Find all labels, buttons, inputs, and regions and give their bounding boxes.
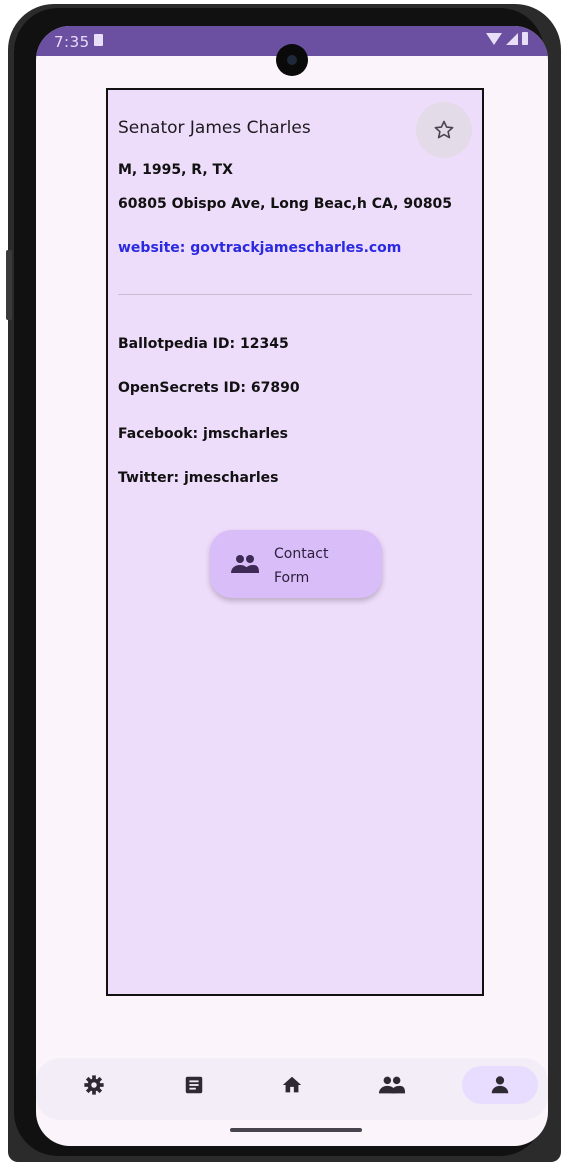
status-icons [486,32,528,45]
nav-representatives[interactable] [354,1066,430,1104]
opensecrets-id: OpenSecrets ID: 67890 [118,380,300,396]
star-outline-icon [434,120,454,139]
person-icon [491,1076,509,1094]
nav-settings[interactable] [56,1066,132,1104]
status-time: 7:35 [54,33,90,51]
group-icon [378,1076,406,1094]
senator-name: Senator James Charles [118,118,311,138]
twitter-handle: Twitter: jmescharles [118,470,279,486]
profile-card: Senator James Charles M, 1995, R, TX 608… [106,88,484,996]
facebook-handle: Facebook: jmscharles [118,426,288,442]
phone-side-button [6,250,12,320]
favorite-button[interactable] [416,102,472,158]
senator-address: 60805 Obispo Ave, Long Beac,h CA, 90805 [118,196,453,212]
front-camera [276,44,308,76]
battery-icon [522,32,528,45]
wifi-icon [486,32,502,45]
bottom-navigation [36,1058,548,1120]
divider [118,294,472,295]
ballotpedia-id: Ballotpedia ID: 12345 [118,336,289,352]
signal-icon [506,32,518,45]
home-indicator[interactable] [230,1128,362,1132]
home-icon [282,1076,302,1093]
nav-profile[interactable] [462,1066,538,1104]
website-link[interactable]: website: govtrackjamescharles.com [118,240,401,256]
nav-home[interactable] [254,1066,330,1104]
contact-form-button[interactable]: Contact Form [210,530,382,598]
group-icon [231,555,259,573]
contact-form-label: Contact Form [274,546,329,586]
screen: 7:35 Senator James Charles M, 1995, R, T… [36,26,548,1146]
senator-details: M, 1995, R, TX [118,162,233,178]
nav-articles[interactable] [156,1066,232,1104]
article-icon [185,1076,203,1094]
sim-card-icon [94,34,103,46]
settings-icon [84,1075,104,1095]
